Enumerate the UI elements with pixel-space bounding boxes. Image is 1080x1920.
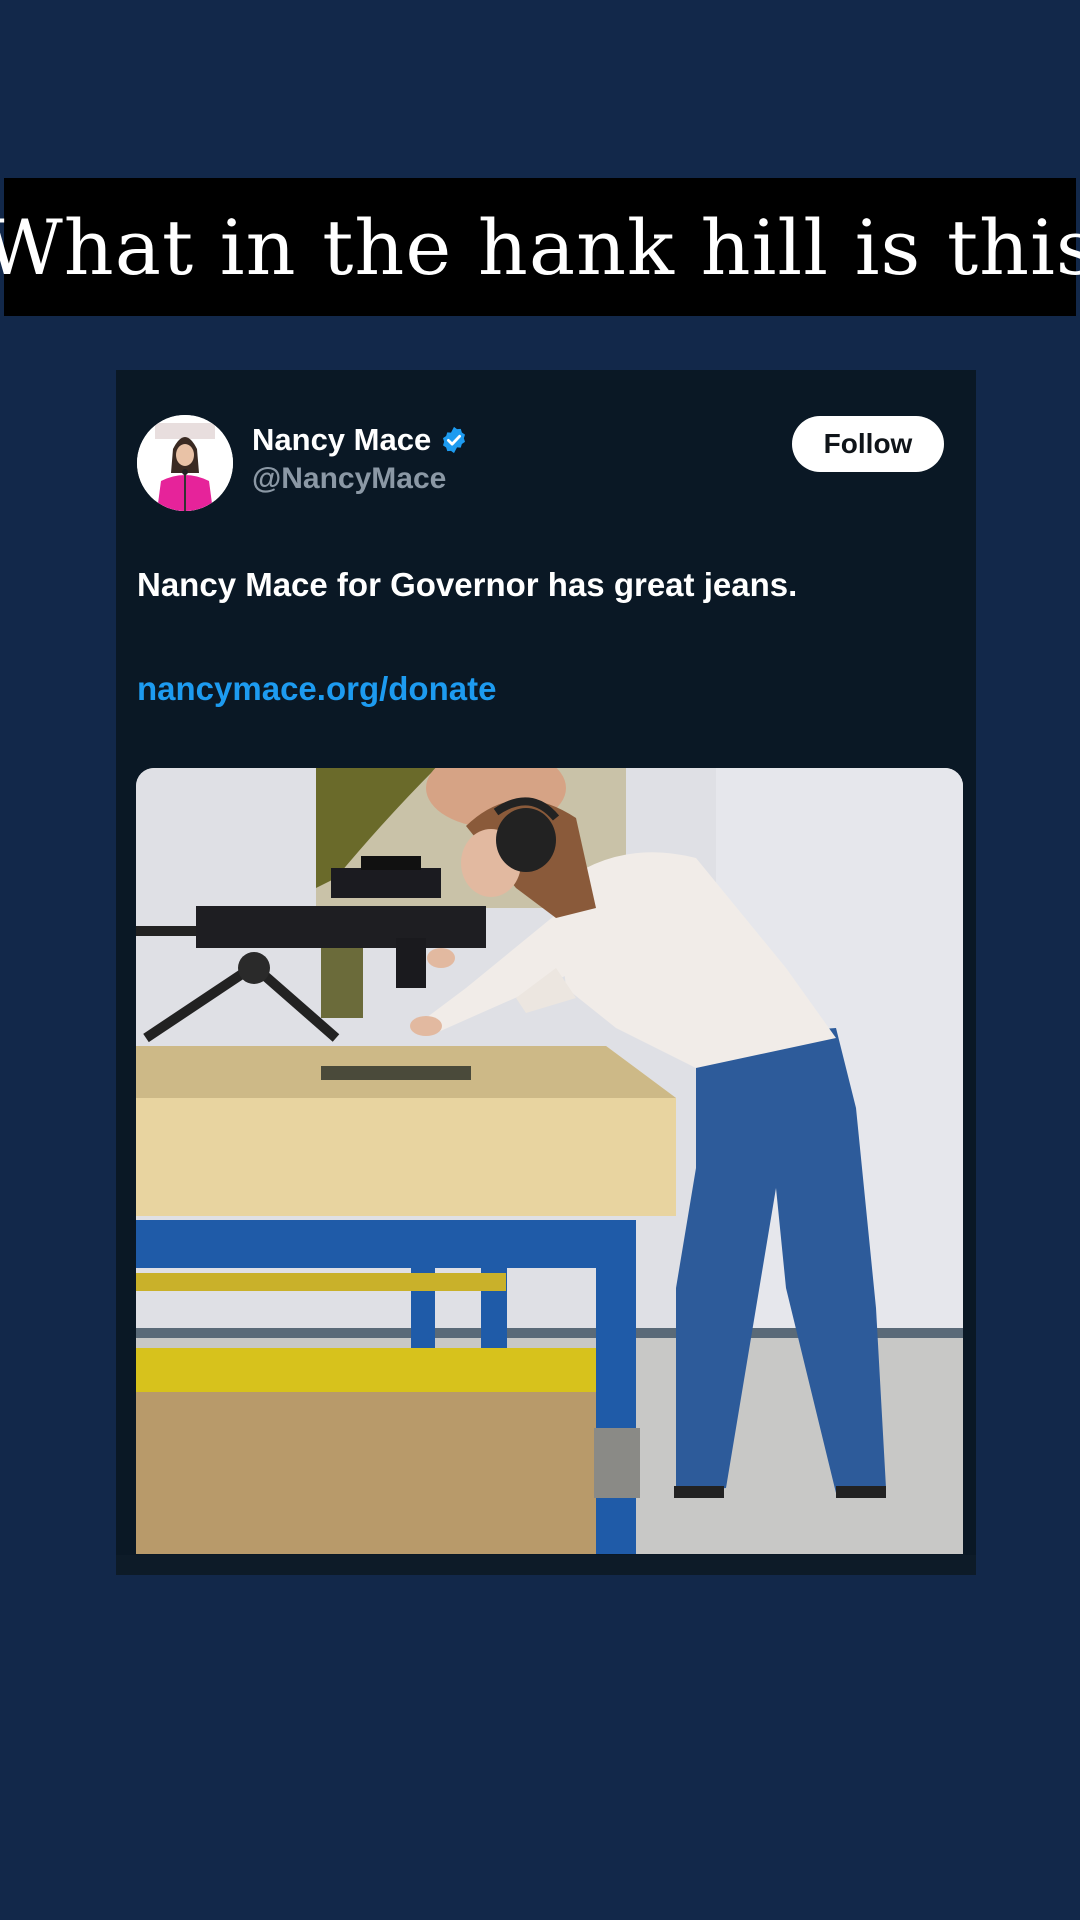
tweet-media[interactable] [136, 768, 963, 1554]
donate-link[interactable]: nancymace.org/donate [137, 670, 496, 708]
photo-icon [136, 768, 963, 1554]
follow-button[interactable]: Follow [792, 416, 944, 472]
verified-badge-icon [439, 425, 469, 455]
tweet-text: Nancy Mace for Governor has great jeans. [137, 566, 798, 603]
author-info: Nancy Mace @NancyMace [252, 422, 469, 496]
avatar-photo-icon [137, 415, 233, 511]
tweet-card[interactable]: Nancy Mace @NancyMace Follow Nancy Mace … [116, 370, 976, 1575]
display-name[interactable]: Nancy Mace [252, 422, 431, 458]
card-footer-divider [116, 1555, 976, 1575]
story-caption-text: What in the hank hill is this [0, 202, 1080, 292]
name-row: Nancy Mace [252, 422, 469, 458]
avatar[interactable] [137, 415, 233, 511]
story-caption-bar: What in the hank hill is this [0, 178, 1080, 316]
author-handle[interactable]: @NancyMace [252, 462, 469, 496]
